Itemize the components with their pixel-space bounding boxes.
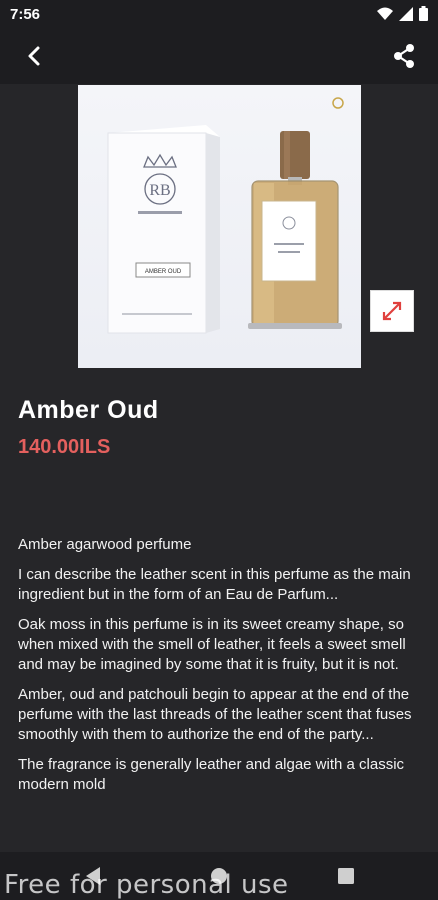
product-image[interactable]: RB AMBER OUD <box>78 85 361 368</box>
expand-image-button[interactable] <box>370 290 414 332</box>
description-paragraph: The fragrance is generally leather and a… <box>18 756 405 793</box>
brand-mark-icon <box>332 97 344 109</box>
perfume-illustration: RB AMBER OUD <box>107 97 344 334</box>
status-bar: 7:56 <box>0 0 438 28</box>
description-paragraph: Amber agarwood perfume <box>18 536 192 553</box>
system-nav-bar <box>0 852 438 900</box>
box-label: AMBER OUD <box>145 269 182 275</box>
box-monogram: RB <box>149 182 170 199</box>
signal-icon <box>399 6 413 21</box>
nav-home-icon[interactable] <box>209 866 229 886</box>
product-price: 140.00ILS <box>18 436 111 458</box>
battery-icon <box>419 6 428 21</box>
nav-back-icon[interactable] <box>84 866 102 886</box>
description-paragraph: Oak moss in this perfume is in its sweet… <box>18 616 406 673</box>
description-paragraph: Amber, oud and patchouli begin to appear… <box>18 686 412 743</box>
app-bar <box>0 28 438 84</box>
expand-icon <box>382 301 402 321</box>
description-paragraph: I can describe the leather scent in this… <box>18 566 411 603</box>
back-arrow-icon[interactable] <box>20 42 48 70</box>
share-icon[interactable] <box>390 42 418 70</box>
status-icons <box>377 6 428 21</box>
wifi-icon <box>377 7 393 20</box>
nav-recents-icon[interactable] <box>337 867 355 885</box>
product-title: Amber Oud <box>18 396 159 424</box>
product-description: Amber agarwood perfume I can describe th… <box>18 535 426 805</box>
status-time: 7:56 <box>10 6 41 23</box>
